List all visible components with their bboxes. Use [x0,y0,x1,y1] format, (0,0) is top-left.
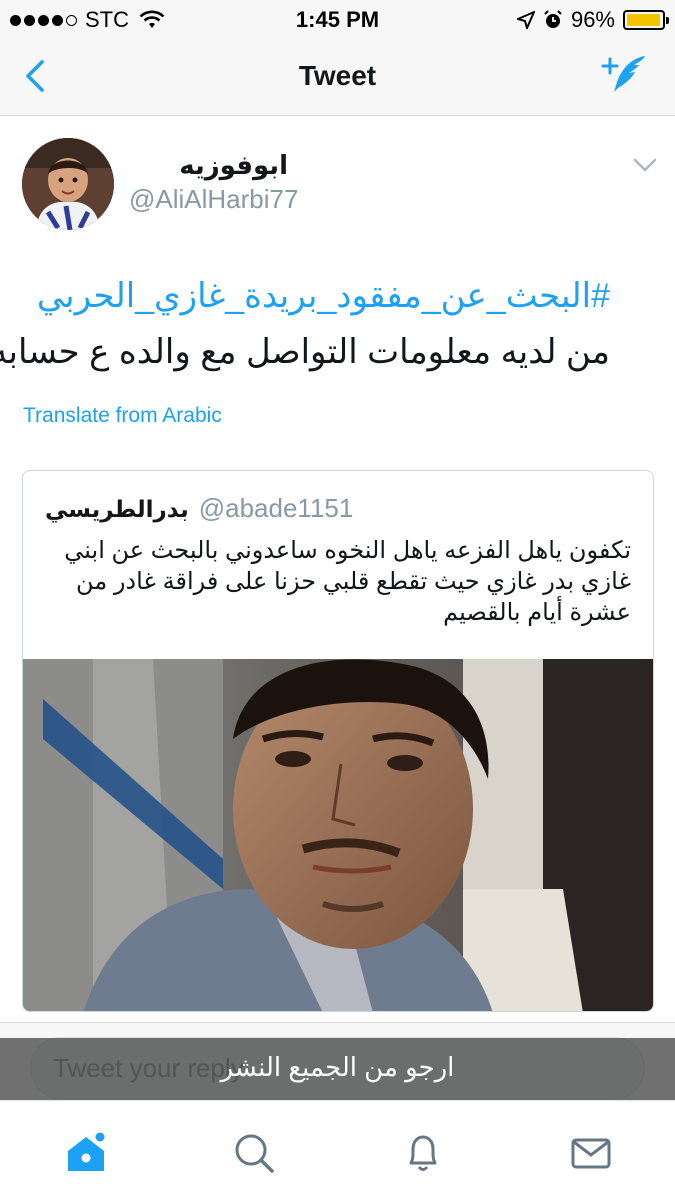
home-icon [68,1132,105,1171]
tweet-author-name[interactable]: ابوفوزيه [128,150,288,181]
quoted-tweet-card[interactable]: بدرالطريسي @abade1151 تكفون ياهل الفزعه … [22,470,654,1012]
quoted-tweet-photo[interactable] [23,659,653,1011]
tab-notifications[interactable] [401,1131,445,1175]
nav-bar: Tweet [0,38,675,116]
translate-link[interactable]: Translate from Arabic [23,404,222,428]
tweet-options-button[interactable] [632,156,658,174]
avatar[interactable] [22,138,114,230]
bell-icon [409,1135,437,1171]
tweet-author-handle[interactable]: @AliAlHarbi77 [129,184,298,215]
tab-bar [0,1100,675,1200]
page-title: Tweet [298,60,377,91]
tweet-hashtag-link[interactable]: #البحث_عن_مفقود_بريدة_غازي_الحربي [20,276,610,316]
caption-text: ارجو من الجميع النشر [220,1052,455,1082]
tweet-text: من لديه معلومات التواصل مع والده ع حسابه [0,333,610,371]
search-icon [235,1134,274,1173]
compose-button[interactable] [599,52,649,98]
quoted-author-handle: @abade1151 [198,493,354,523]
chevron-down-icon [633,158,657,172]
battery-icon [623,10,669,30]
status-right: 96% [516,7,669,33]
quoted-tweet-text: تكفون ياهل الفزعه ياهل النخوه ساعدوني با… [64,537,631,626]
quoted-tweet-header: بدرالطريسي @abade1151 [45,493,353,524]
status-bar: STC 1:45 PM 96% [0,0,675,38]
tab-messages[interactable] [569,1131,613,1175]
quoted-author-name: بدرالطريسي [45,496,189,522]
envelope-icon [571,1138,611,1169]
tab-home[interactable] [64,1131,108,1175]
compose-tweet-icon [601,56,645,92]
tab-search[interactable] [232,1131,276,1175]
location-arrow-icon [516,11,535,29]
battery-percent: 96% [570,7,615,32]
battery-level [627,14,660,26]
alarm-icon [544,10,562,28]
